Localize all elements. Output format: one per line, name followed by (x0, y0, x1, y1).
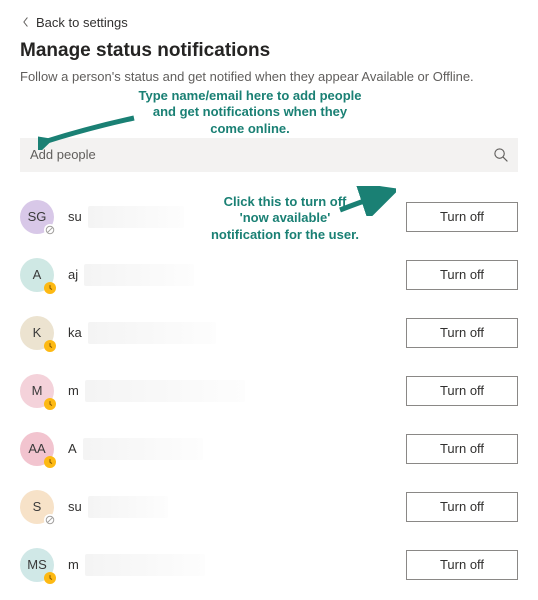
redacted-name (88, 322, 216, 344)
back-to-settings-label: Back to settings (36, 15, 128, 30)
search-icon (492, 147, 508, 163)
person-row: Kka Turn off (20, 304, 518, 362)
chevron-left-icon (20, 17, 30, 27)
turn-off-button[interactable]: Turn off (406, 318, 518, 348)
person-row: Mm Turn off (20, 362, 518, 420)
turn-off-button[interactable]: Turn off (406, 202, 518, 232)
presence-away-icon (44, 340, 56, 352)
person-name-prefix: A (68, 441, 77, 456)
avatar: MS (20, 548, 54, 582)
redacted-name (88, 496, 168, 518)
avatar: AA (20, 432, 54, 466)
person-name-prefix: m (68, 383, 79, 398)
back-to-settings-link[interactable]: Back to settings (20, 15, 128, 36)
avatar: K (20, 316, 54, 350)
person-name-prefix: ka (68, 325, 82, 340)
turn-off-button[interactable]: Turn off (406, 376, 518, 406)
annotation-search-hint: Type name/email here to add people and g… (135, 88, 365, 137)
person-name-prefix: su (68, 209, 82, 224)
turn-off-button[interactable]: Turn off (406, 434, 518, 464)
person-row: Ssu Turn off (20, 478, 518, 536)
presence-away-icon (44, 572, 56, 584)
redacted-name (88, 206, 184, 228)
turn-off-button[interactable]: Turn off (406, 260, 518, 290)
presence-offline-icon (44, 224, 56, 236)
page-title: Manage status notifications (20, 40, 518, 62)
presence-offline-icon (44, 514, 56, 526)
redacted-name (85, 554, 205, 576)
turn-off-button[interactable]: Turn off (406, 550, 518, 580)
person-row: MS m Turn off (20, 536, 518, 594)
person-row: AAATurn off (20, 420, 518, 478)
person-name-prefix: m (68, 557, 79, 572)
presence-away-icon (44, 282, 56, 294)
avatar: S (20, 490, 54, 524)
people-list: SG su Turn off Aaj Turn off Kka Turn off Mm Turn… (20, 188, 518, 594)
redacted-name (83, 438, 203, 460)
redacted-name (85, 380, 245, 402)
add-people-search[interactable] (20, 138, 518, 172)
person-name-prefix: su (68, 499, 82, 514)
avatar: M (20, 374, 54, 408)
add-people-input[interactable] (30, 147, 484, 162)
person-row: SG su Turn off (20, 188, 518, 246)
page-subtitle: Follow a person's status and get notifie… (20, 68, 518, 86)
avatar: A (20, 258, 54, 292)
turn-off-button[interactable]: Turn off (406, 492, 518, 522)
person-name-prefix: aj (68, 267, 78, 282)
presence-away-icon (44, 456, 56, 468)
person-row: Aaj Turn off (20, 246, 518, 304)
avatar: SG (20, 200, 54, 234)
redacted-name (84, 264, 194, 286)
presence-away-icon (44, 398, 56, 410)
